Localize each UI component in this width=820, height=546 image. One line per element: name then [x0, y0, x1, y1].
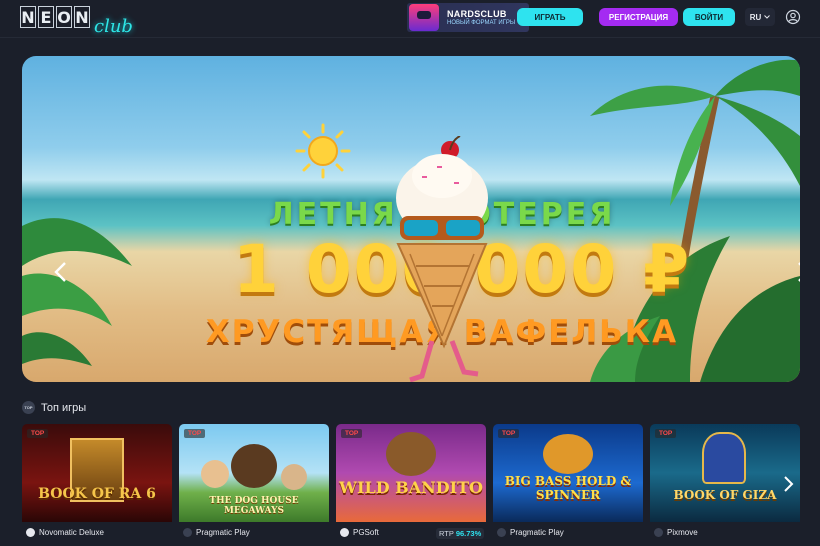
chevron-right-icon[interactable]	[781, 474, 795, 494]
header: N E O N club NARDSCLUB НОВЫЙ ФОРМАТ ИГРЫ…	[0, 0, 820, 38]
game-card[interactable]: WILD BANDITO TOP PGSoft RTP 96.73%	[336, 424, 486, 546]
provider-name: Pixmove	[667, 528, 698, 537]
provider-icon	[183, 528, 192, 537]
palm-leaves-image	[22, 218, 132, 366]
provider-icon	[26, 528, 35, 537]
top-badge-icon: TOP	[22, 401, 35, 414]
register-button[interactable]: РЕГИСТРАЦИЯ	[599, 8, 678, 26]
game-thumbnail: BOOK OF RA 6 TOP	[22, 424, 172, 522]
logo-letter: N	[74, 6, 90, 28]
logo-letters: N E O N	[20, 6, 92, 28]
game-card[interactable]: THE DOG HOUSE MEGAWAYS TOP Pragmatic Pla…	[179, 424, 329, 546]
cleopatra-image	[702, 432, 746, 484]
provider: Pragmatic Play	[183, 528, 250, 537]
promo-title: NARDSCLUB	[447, 9, 507, 19]
top-badge: TOP	[184, 429, 206, 438]
game-thumbnail: BIG BASS HOLD & SPINNER TOP	[493, 424, 643, 522]
game-thumbnail: BOOK OF GIZA TOP	[650, 424, 800, 522]
logo-letter: O	[56, 6, 72, 28]
game-title: BIG BASS HOLD & SPINNER	[504, 474, 632, 502]
promo-banner[interactable]: ЛЕТНЯЯ ЛОТЕРЕЯ 1 000 000 ₽ ХРУСТЯЩАЯ ВАФ…	[22, 56, 800, 382]
chevron-left-icon[interactable]	[52, 261, 70, 283]
game-thumbnail: WILD BANDITO TOP	[336, 424, 486, 522]
language-label: RU	[749, 12, 762, 22]
fish-image	[543, 434, 593, 474]
game-thumbnail: THE DOG HOUSE MEGAWAYS TOP	[179, 424, 329, 522]
provider-icon	[340, 528, 349, 537]
play-button[interactable]: ИГРАТЬ	[517, 8, 583, 26]
rtp-label: RTP	[439, 529, 454, 538]
sun-image	[295, 123, 351, 179]
logo-letter: N	[20, 6, 36, 28]
provider-icon	[497, 528, 506, 537]
game-title: BOOK OF RA 6	[38, 486, 156, 502]
provider-name: Novomatic Deluxe	[39, 528, 104, 537]
robot-icon	[409, 4, 439, 31]
bandit-image	[386, 432, 436, 476]
game-card[interactable]: BOOK OF RA 6 TOP Novomatic Deluxe	[22, 424, 172, 546]
ice-cream-mascot-image	[396, 136, 488, 382]
logo-letter: E	[38, 6, 54, 28]
provider-name: Pragmatic Play	[510, 528, 564, 537]
provider: Pixmove	[654, 528, 698, 537]
login-button[interactable]: ВОЙТИ	[683, 8, 735, 26]
game-card[interactable]: BIG BASS HOLD & SPINNER TOP Pragmatic Pl…	[493, 424, 643, 546]
provider: Pragmatic Play	[497, 528, 564, 537]
top-games-heading: TOP Топ игры	[22, 401, 86, 414]
neon-club-logo[interactable]: N E O N club	[20, 6, 133, 37]
language-selector[interactable]: RU	[745, 8, 775, 26]
rtp-value: 96.73%	[455, 529, 482, 538]
provider-icon	[654, 528, 663, 537]
provider-name: Pragmatic Play	[196, 528, 250, 537]
games-carousel: BOOK OF RA 6 TOP Novomatic Deluxe THE DO…	[22, 424, 820, 546]
game-title: THE DOG HOUSE MEGAWAYS	[209, 496, 299, 516]
provider: Novomatic Deluxe	[26, 528, 104, 537]
nardsclub-promo[interactable]: NARDSCLUB НОВЫЙ ФОРМАТ ИГРЫ	[407, 3, 529, 32]
chevron-right-icon[interactable]	[794, 261, 800, 283]
top-badge: TOP	[655, 429, 677, 438]
rtp-badge: RTP 96.73%	[436, 528, 485, 539]
top-badge: TOP	[341, 429, 363, 438]
promo-subtitle: НОВЫЙ ФОРМАТ ИГРЫ	[447, 20, 516, 26]
chevron-down-icon	[764, 15, 771, 19]
game-title: BOOK OF GIZA	[673, 488, 777, 502]
top-badge: TOP	[27, 429, 49, 438]
provider-name: PGSoft	[353, 528, 379, 537]
section-label: Топ игры	[41, 401, 87, 414]
dog-image	[231, 444, 277, 488]
provider: PGSoft	[340, 528, 379, 537]
dog-image	[201, 460, 229, 488]
logo-script: club	[94, 16, 133, 37]
game-card[interactable]: BOOK OF GIZA TOP Pixmove	[650, 424, 800, 546]
user-icon[interactable]	[785, 9, 801, 25]
game-title: WILD BANDITO	[339, 478, 483, 497]
top-badge: TOP	[498, 429, 520, 438]
dog-image	[281, 464, 307, 490]
